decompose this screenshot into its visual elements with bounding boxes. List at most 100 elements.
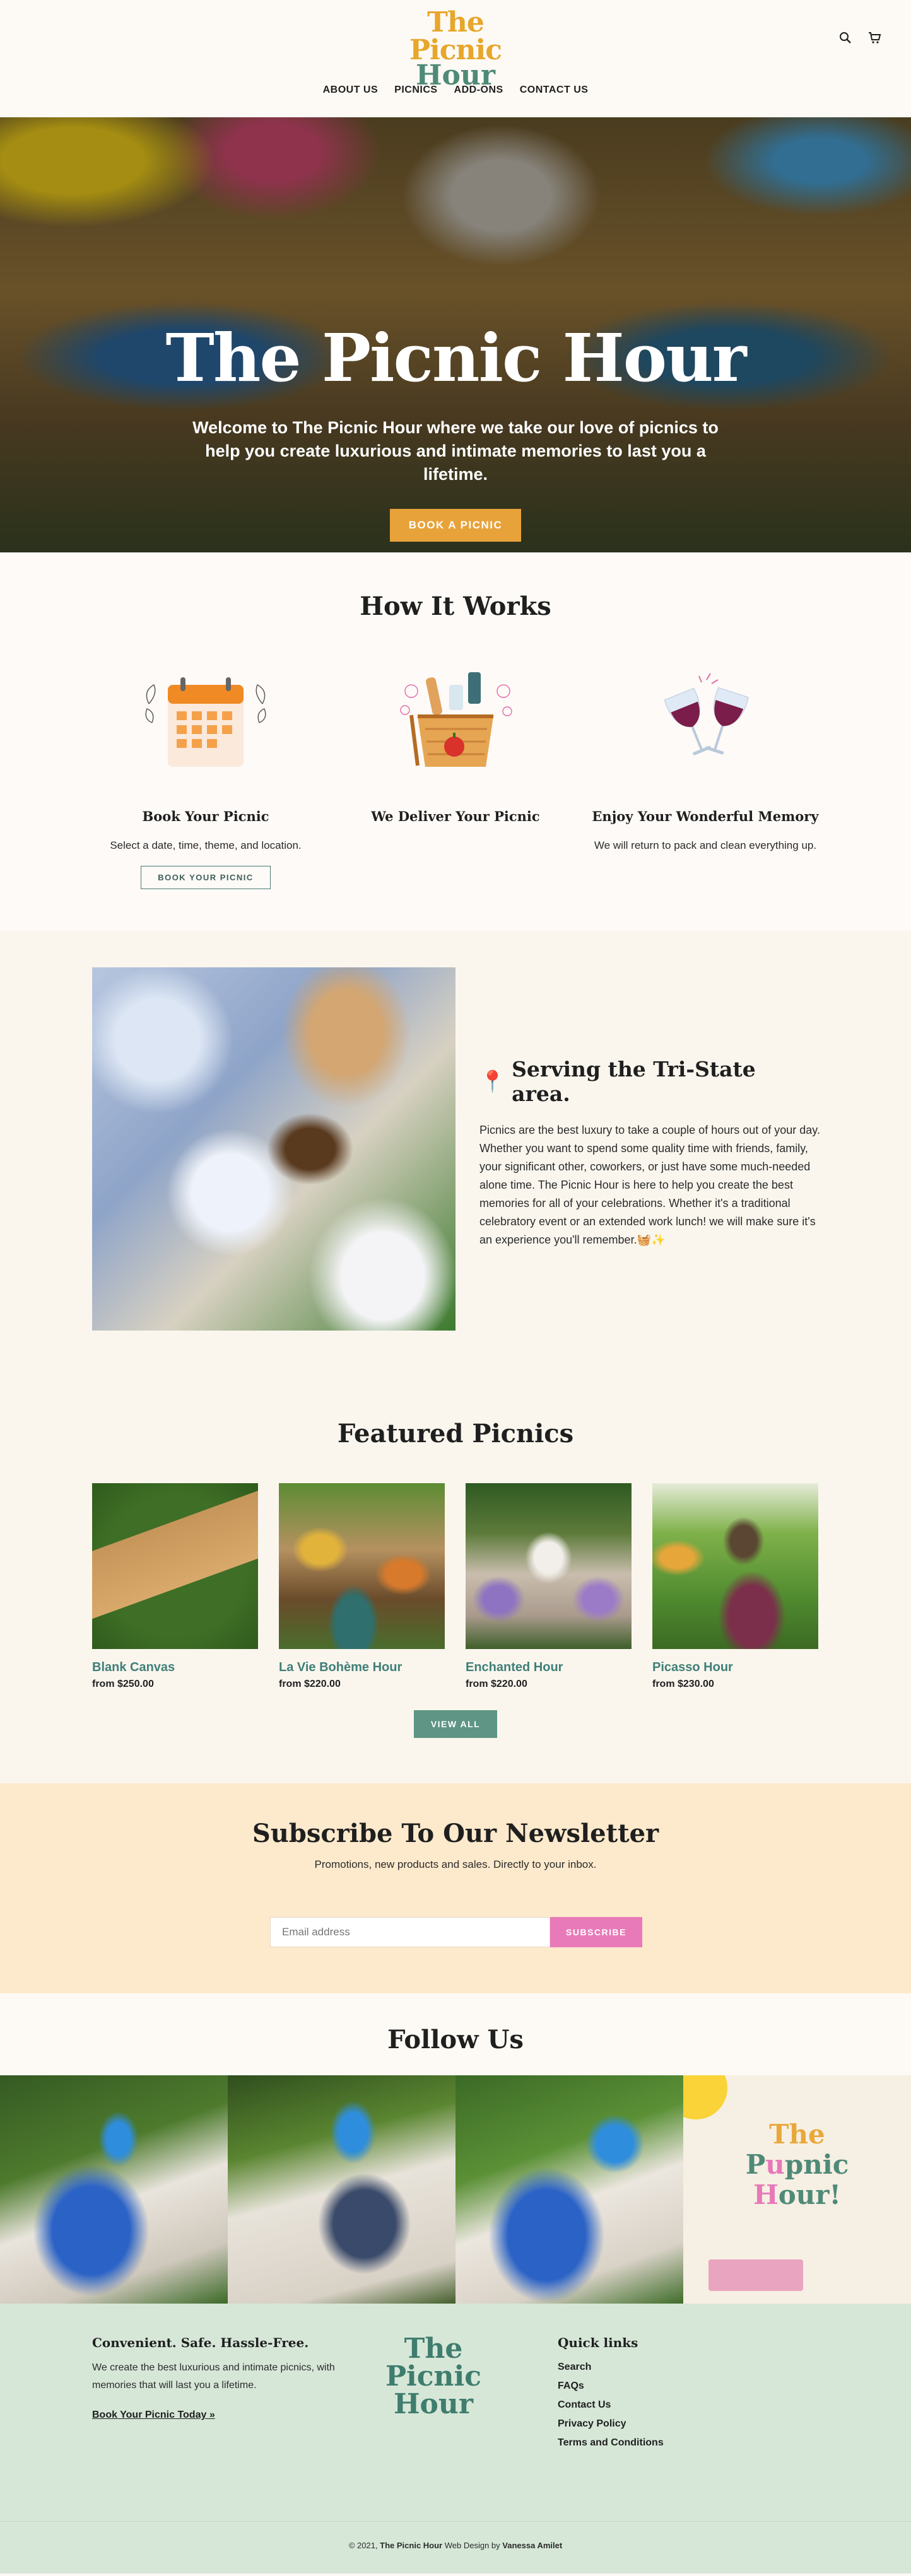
footer-link-search[interactable]: Search [558,2362,591,2372]
nav-picnics[interactable]: PICNICS [394,85,437,96]
step-title: We Deliver Your Picnic [371,808,540,824]
nav-add-ons[interactable]: ADD-ONS [454,85,503,96]
copyright-brand[interactable]: The Picnic Hour [380,2541,442,2550]
footer-logo[interactable]: The Picnic Hour [373,2335,493,2418]
logo-line-1: The Picnic [409,6,502,66]
footer-link-privacy[interactable]: Privacy Policy [558,2418,626,2429]
copyright-middle: Web Design by [442,2541,503,2550]
gallery-image[interactable]: The Pupnic Hour! [683,2075,911,2304]
book-a-picnic-button[interactable]: BOOK A PICNIC [389,509,522,542]
step-enjoy: Enjoy Your Wonderful Memory We will retu… [592,666,819,854]
product-card[interactable]: La Vie Bohème Hour from $220.00 [279,1483,445,1690]
pin-icon: 📍 [479,1069,506,1093]
follow-us-section: Follow Us [0,1993,911,2075]
product-price: from $230.00 [652,1679,714,1689]
newsletter-title: Subscribe To Our Newsletter [252,1819,659,1848]
copyright-designer[interactable]: Vanessa Amilet [502,2541,562,2550]
hero-text: Welcome to The Picnic Hour where we take… [192,418,719,484]
product-card[interactable]: Picasso Hour from $230.00 [652,1483,818,1690]
cart-icon[interactable] [867,30,882,45]
subscribe-button[interactable]: SUBSCRIBE [550,1917,642,1947]
product-name[interactable]: Picasso Hour [652,1660,818,1675]
calendar-icon [136,666,275,773]
product-name[interactable]: La Vie Bohème Hour [279,1660,445,1675]
serving-title-text: Serving the Tri-State area. [512,1057,756,1106]
promo-line-3a: H [753,2179,779,2210]
product-image[interactable] [652,1483,818,1649]
site-logo[interactable]: The Picnic Hour [379,9,532,90]
footer-link-faqs[interactable]: FAQs [558,2381,584,2391]
nav-contact-us[interactable]: CONTACT US [520,85,589,96]
sun-icon [683,2075,727,2119]
view-all-button[interactable]: VIEW ALL [414,1710,497,1738]
promo-line-2a: P [745,2149,766,2180]
product-price: from $220.00 [466,1679,527,1689]
serving-text: 📍 Serving the Tri-State area. Picnics ar… [479,1057,820,1249]
newsletter-form: SUBSCRIBE [270,1917,642,1947]
promo-line-3: Hour! [683,2180,911,2210]
gallery-image[interactable] [0,2075,228,2304]
footer-about-title: Convenient. Safe. Hassle-Free. [92,2335,309,2350]
hero-title: The Picnic Hour [165,319,746,397]
product-image[interactable] [466,1483,632,1649]
step-deliver: We Deliver Your Picnic [342,666,569,824]
quick-links-title: Quick links [558,2335,638,2350]
how-it-works-title: How It Works [360,592,551,621]
gallery-image[interactable] [228,2075,456,2304]
footer-about-text: We create the best luxurious and intimat… [92,2362,335,2391]
footer-logo-line-2: Picnic [385,2360,482,2392]
wine-glasses-icon [636,666,775,773]
footer-logo-line-1: The [404,2333,463,2365]
product-grid: Blank Canvas from $250.00 La Vie Bohème … [92,1483,818,1690]
footer-logo-line-3: Hour [393,2388,474,2420]
footer-about: Convenient. Safe. Hassle-Free. We create… [92,2335,344,2421]
book-your-picnic-button[interactable]: BOOK YOUR PICNIC [141,866,271,889]
product-name[interactable]: Enchanted Hour [466,1660,632,1675]
quick-links-list: Search FAQs Contact Us Privacy Policy Te… [558,2362,747,2449]
product-image[interactable] [279,1483,445,1649]
how-it-works-section: How It Works Book Your Picnic Select a d… [0,552,911,931]
follow-us-title: Follow Us [387,2025,524,2054]
product-image[interactable] [92,1483,258,1649]
copyright-bar: © 2021, The Picnic Hour Web Design by Va… [0,2521,911,2573]
footer-link-terms[interactable]: Terms and Conditions [558,2437,664,2448]
serving-title: 📍 Serving the Tri-State area. [479,1057,820,1106]
product-card[interactable]: Enchanted Hour from $220.00 [466,1483,632,1690]
serving-body: Picnics are the best luxury to take a co… [479,1124,820,1246]
footer-link-contact[interactable]: Contact Us [558,2399,611,2410]
nav-about-us[interactable]: ABOUT US [323,85,379,96]
search-icon[interactable] [838,30,853,45]
main-nav: ABOUT US PICNICS ADD-ONS CONTACT US [0,85,911,96]
step-text: Select a date, time, theme, and location… [110,839,302,851]
puppy-picnic-graphic: The Pupnic Hour! [683,2119,911,2210]
footer-quick-links: Quick links Search FAQs Contact Us Priva… [558,2335,747,2456]
promo-line-2c: pnic [784,2149,849,2180]
email-input[interactable] [270,1917,550,1947]
promo-line-2b: u [765,2149,785,2180]
blanket-graphic [708,2259,803,2291]
header-icons [838,30,882,45]
product-card[interactable]: Blank Canvas from $250.00 [92,1483,258,1690]
gallery-image[interactable] [456,2075,683,2304]
picnic-table-photo [92,967,456,1331]
step-title: Enjoy Your Wonderful Memory [592,808,819,824]
hero-content: The Picnic Hour Welcome to The Picnic Ho… [0,325,911,542]
hero-banner: The Picnic Hour Welcome to The Picnic Ho… [0,117,911,552]
promo-line-3b: our! [778,2179,841,2210]
site-header: The Picnic Hour ABOUT US PICNICS ADD-ONS… [0,0,911,117]
newsletter-section: Subscribe To Our Newsletter Promotions, … [0,1783,911,1993]
newsletter-subtitle: Promotions, new products and sales. Dire… [314,1858,597,1870]
copyright-prefix: © 2021, [348,2541,380,2550]
site-footer: Convenient. Safe. Hassle-Free. We create… [0,2304,911,2521]
product-name[interactable]: Blank Canvas [92,1660,258,1675]
product-price: from $220.00 [279,1679,341,1689]
book-picnic-today-link[interactable]: Book Your Picnic Today » [92,2410,215,2421]
step-text: We will return to pack and clean everyth… [594,839,817,851]
step-title: Book Your Picnic [142,808,269,824]
basket-icon [386,666,525,773]
promo-line-2: Pupnic [683,2150,911,2180]
featured-title: Featured Picnics [337,1419,574,1448]
featured-picnics-section: Featured Picnics Blank Canvas from $250.… [0,1382,911,1783]
serving-section: 📍 Serving the Tri-State area. Picnics ar… [0,931,911,1382]
step-book: Book Your Picnic Select a date, time, th… [92,666,319,889]
